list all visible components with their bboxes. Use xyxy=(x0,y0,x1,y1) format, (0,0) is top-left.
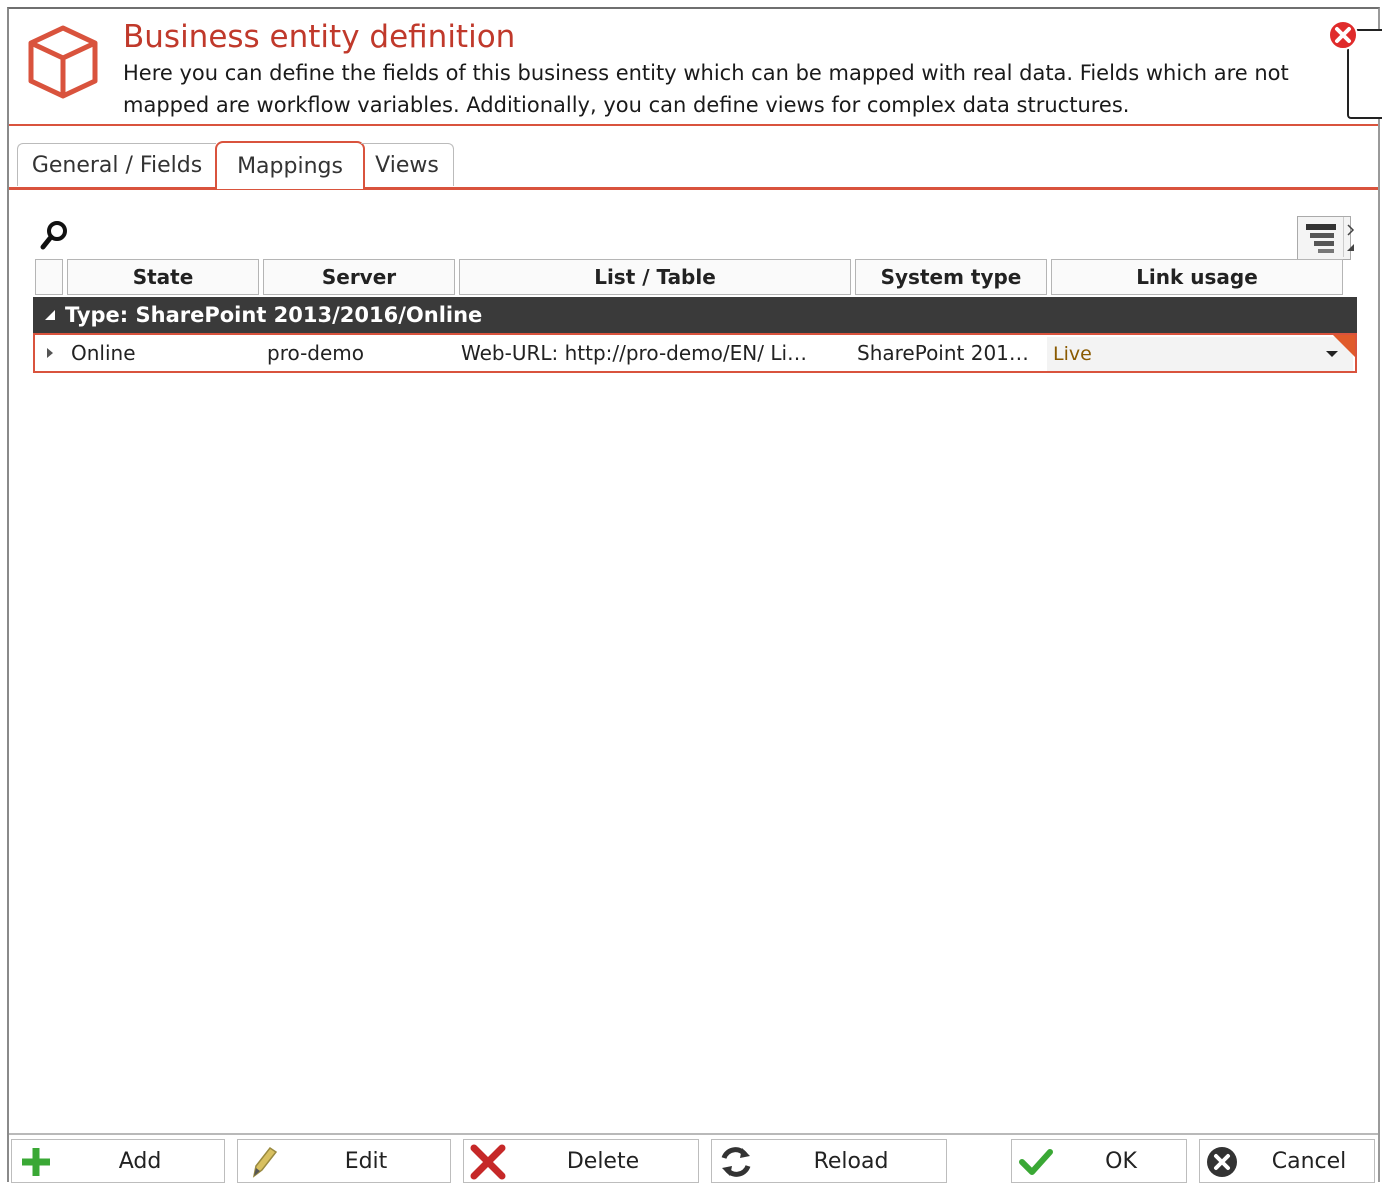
group-row[interactable]: Type: SharePoint 2013/2016/Online xyxy=(33,297,1357,333)
search-icon[interactable] xyxy=(39,219,69,255)
column-selector-header xyxy=(35,259,63,295)
reload-button[interactable]: Reload xyxy=(711,1139,947,1183)
delete-label: Delete xyxy=(566,1148,640,1174)
collapse-triangle-icon xyxy=(45,310,55,320)
footer-toolbar: Add Edit Delete Reload OK Cancel xyxy=(9,1133,1378,1186)
expand-row-icon[interactable] xyxy=(45,346,55,360)
group-label: Type: SharePoint 2013/2016/Online xyxy=(65,303,483,327)
close-icon[interactable] xyxy=(1327,19,1359,51)
dialog-description: Here you can define the fields of this b… xyxy=(123,61,1289,117)
cell-list-table: Web-URL: http://pro-demo/EN/ Li… xyxy=(461,341,808,365)
column-header-state[interactable]: State xyxy=(67,259,259,295)
cancel-label: Cancel xyxy=(1271,1148,1347,1174)
cube-icon xyxy=(28,25,98,99)
grid-scroll-arrows[interactable] xyxy=(1343,217,1358,257)
column-header-server[interactable]: Server xyxy=(263,259,455,295)
add-button[interactable]: Add xyxy=(11,1139,225,1183)
tab-views[interactable]: Views xyxy=(361,143,454,186)
ok-button[interactable]: OK xyxy=(1011,1139,1187,1183)
table-row[interactable]: Online pro-demo Web-URL: http://pro-demo… xyxy=(33,333,1357,373)
reload-label: Reload xyxy=(813,1148,889,1174)
column-header-list-table[interactable]: List / Table xyxy=(459,259,851,295)
link-usage-dropdown[interactable]: Live xyxy=(1047,337,1353,371)
cell-state: Online xyxy=(71,341,136,365)
edit-button[interactable]: Edit xyxy=(237,1139,451,1183)
column-header-system-type[interactable]: System type xyxy=(855,259,1047,295)
column-header-link-usage[interactable]: Link usage xyxy=(1051,259,1343,295)
cancel-button[interactable]: Cancel xyxy=(1199,1139,1375,1183)
delete-button[interactable]: Delete xyxy=(463,1139,699,1183)
chevron-right-icon xyxy=(1347,224,1355,251)
tab-mappings[interactable]: Mappings xyxy=(215,141,365,189)
tab-general-fields[interactable]: General / Fields xyxy=(17,143,216,186)
cell-system-type: SharePoint 201… xyxy=(857,341,1029,365)
cell-server: pro-demo xyxy=(267,341,365,365)
dialog-title: Business entity definition xyxy=(123,19,516,55)
column-chooser-icon xyxy=(1306,224,1336,253)
add-label: Add xyxy=(118,1148,162,1174)
edit-label: Edit xyxy=(344,1148,388,1174)
tab-bar: General / Fields Mappings Views xyxy=(9,133,1378,190)
link-usage-value: Live xyxy=(1053,343,1092,365)
business-entity-dialog: Business entity definition Here you can … xyxy=(7,7,1382,1186)
dialog-header: Business entity definition Here you can … xyxy=(9,9,1382,126)
ok-label: OK xyxy=(1105,1148,1137,1174)
modified-marker xyxy=(1333,335,1355,357)
